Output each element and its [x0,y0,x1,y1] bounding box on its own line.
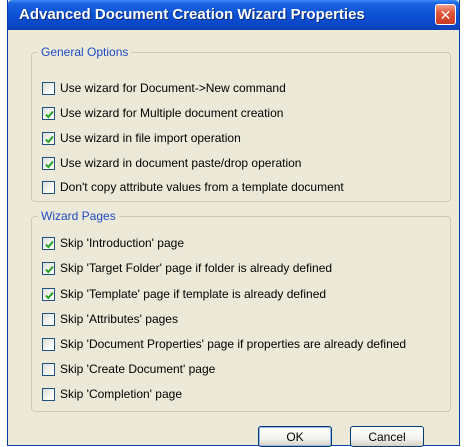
wizard-pages-label: Wizard Pages [38,209,119,223]
title-bar[interactable]: Advanced Document Creation Wizard Proper… [8,0,459,30]
option-skip-attributes[interactable]: Skip 'Attributes' pages [42,311,178,327]
check-mark-icon [45,160,54,169]
option-skip-introduction[interactable]: Skip 'Introduction' page [42,235,184,251]
checkbox[interactable] [42,180,55,194]
check-mark-icon [45,110,54,119]
ok-button-label: OK [286,429,304,444]
checkbox[interactable] [42,81,55,95]
option-label: Don't copy attribute values from a templ… [60,180,344,194]
checkbox[interactable] [42,387,55,401]
option-skip-document-properties[interactable]: Skip 'Document Properties' page if prope… [42,336,406,352]
option-label: Skip 'Document Properties' page if prope… [60,337,407,351]
checkbox[interactable] [42,236,55,250]
ok-button[interactable]: OK [258,426,332,447]
option-use-wizard-import[interactable]: Use wizard in file import operation [42,130,241,146]
cancel-button[interactable]: Cancel [350,426,424,447]
option-skip-completion[interactable]: Skip 'Completion' page [42,386,182,402]
option-label: Use wizard for Multiple document creatio… [60,106,284,120]
dialog-window: Advanced Document Creation Wizard Proper… [7,0,460,446]
option-label: Skip 'Attributes' pages [60,312,178,326]
general-options-group: General Options Use wizard for Document-… [31,45,451,202]
option-label: Skip 'Target Folder' page if folder is a… [60,261,333,275]
close-icon: ✕ [439,6,452,23]
option-dont-copy-attributes[interactable]: Don't copy attribute values from a templ… [42,179,344,195]
option-label: Skip 'Completion' page [60,387,182,401]
checkbox[interactable] [42,261,55,275]
checkbox[interactable] [42,362,55,376]
checkbox[interactable] [42,131,55,145]
check-mark-icon [45,291,54,300]
option-use-wizard-new[interactable]: Use wizard for Document->New command [42,80,286,96]
option-label: Skip 'Introduction' page [60,236,184,250]
option-label: Use wizard in file import operation [60,131,241,145]
check-mark-icon [45,240,54,249]
option-label: Skip 'Template' page if template is alre… [60,287,327,301]
option-skip-target-folder[interactable]: Skip 'Target Folder' page if folder is a… [42,260,332,276]
check-mark-icon [45,135,54,144]
option-use-wizard-multiple[interactable]: Use wizard for Multiple document creatio… [42,105,283,121]
check-mark-icon [45,265,54,274]
checkbox[interactable] [42,287,55,301]
checkbox[interactable] [42,312,55,326]
option-label: Use wizard for Document->New command [60,81,286,95]
wizard-pages-group: Wizard Pages Skip 'Introduction' page Sk… [31,209,451,412]
option-use-wizard-paste[interactable]: Use wizard in document paste/drop operat… [42,155,301,171]
checkbox[interactable] [42,156,55,170]
option-skip-create-document[interactable]: Skip 'Create Document' page [42,361,215,377]
checkbox[interactable] [42,337,55,351]
cancel-button-label: Cancel [368,429,406,444]
window-title: Advanced Document Creation Wizard Proper… [19,6,365,23]
option-skip-template[interactable]: Skip 'Template' page if template is alre… [42,286,326,302]
option-label: Use wizard in document paste/drop operat… [60,156,302,170]
close-button[interactable]: ✕ [435,4,456,25]
checkbox[interactable] [42,106,55,120]
option-label: Skip 'Create Document' page [60,362,216,376]
general-options-label: General Options [38,45,132,59]
